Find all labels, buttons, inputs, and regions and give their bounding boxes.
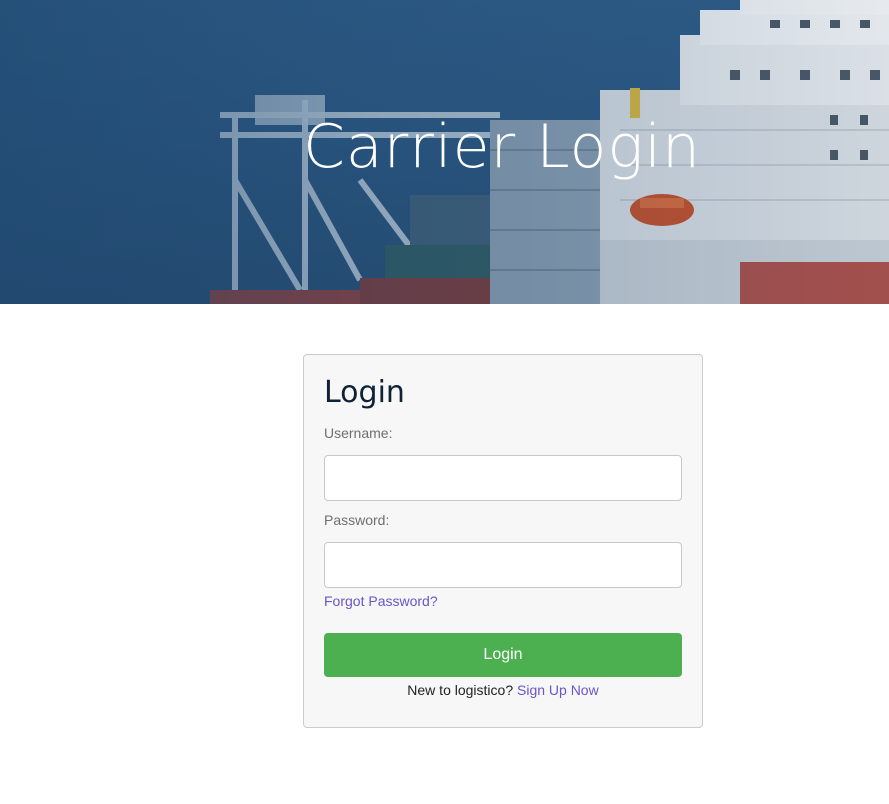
forgot-password-link[interactable]: Forgot Password? — [324, 593, 438, 609]
signup-row: New to logistico? Sign Up Now — [304, 682, 702, 698]
signup-link[interactable]: Sign Up Now — [517, 682, 599, 698]
login-button[interactable]: Login — [324, 633, 682, 677]
username-input[interactable] — [324, 455, 682, 501]
password-input[interactable] — [324, 542, 682, 588]
username-label: Username: — [324, 425, 393, 441]
password-label: Password: — [324, 512, 390, 528]
login-heading: Login — [324, 375, 405, 410]
hero-banner: Carrier Login — [0, 0, 889, 304]
signup-prompt: New to logistico? — [407, 682, 517, 698]
login-card: Login Username: Password: Forgot Passwor… — [303, 354, 703, 728]
page-title: Carrier Login — [302, 112, 702, 182]
